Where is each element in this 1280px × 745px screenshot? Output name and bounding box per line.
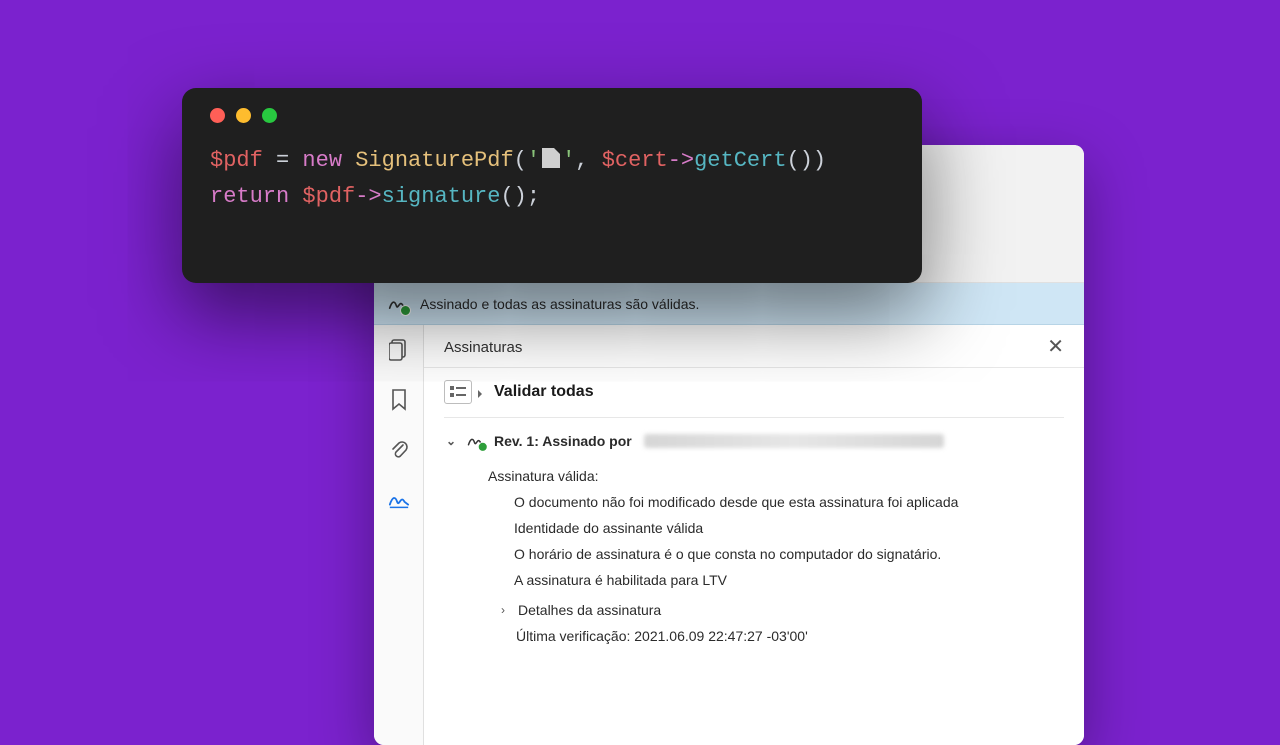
code-token: $pdf <box>210 148 263 173</box>
pdf-body: Assinaturas ✕ Validar todas ⌄ Rev. 1: As… <box>374 325 1084 745</box>
code-token: $cert <box>602 148 668 173</box>
code-editor-window: $pdf = new SignaturePdf('', $cert->getCe… <box>182 88 922 283</box>
code-token: new <box>302 148 342 173</box>
signature-status-bar: Assinado e todas as assinaturas são váli… <box>374 283 1084 325</box>
code-token: getCert <box>694 148 786 173</box>
code-token: (); <box>500 184 540 209</box>
validate-all-button[interactable]: Validar todas <box>494 383 594 401</box>
panel-title: Assinaturas <box>444 339 522 356</box>
code-token: = <box>263 148 303 173</box>
detail-line: O horário de assinatura é o que consta n… <box>514 546 1064 562</box>
code-token: ' <box>527 148 540 173</box>
detail-line: Identidade do assinante válida <box>514 520 1064 536</box>
options-dropdown[interactable] <box>444 380 472 404</box>
pdf-sidebar <box>374 325 424 745</box>
code-token: return <box>210 184 289 209</box>
attachment-icon[interactable] <box>388 439 410 461</box>
detail-line: A assinatura é habilitada para LTV <box>514 572 1064 588</box>
signature-valid-icon <box>388 295 408 313</box>
thumbnails-icon[interactable] <box>388 339 410 361</box>
close-window-icon[interactable] <box>210 108 225 123</box>
code-line-1: $pdf = new SignaturePdf('', $cert->getCe… <box>210 143 894 179</box>
code-token: -> <box>355 184 381 209</box>
signature-details-label: Detalhes da assinatura <box>518 602 661 618</box>
minimize-window-icon[interactable] <box>236 108 251 123</box>
signature-entry[interactable]: ⌄ Rev. 1: Assinado por <box>444 432 1064 450</box>
document-icon <box>542 148 560 168</box>
signature-valid-icon <box>467 433 485 449</box>
detail-line: O documento não foi modificado desde que… <box>514 494 1064 510</box>
revision-label: Rev. 1: Assinado por <box>494 433 632 449</box>
panel-header: Assinaturas ✕ <box>424 325 1084 368</box>
signature-detail-list: O documento não foi modificado desde que… <box>514 494 1064 588</box>
maximize-window-icon[interactable] <box>262 108 277 123</box>
code-token: ' <box>562 148 575 173</box>
last-verification: Última verificação: 2021.06.09 22:47:27 … <box>516 628 1064 644</box>
code-token <box>342 148 355 173</box>
signature-tree: ⌄ Rev. 1: Assinado por Assinatura válida… <box>424 418 1084 664</box>
code-token: SignaturePdf <box>355 148 513 173</box>
chevron-right-icon: › <box>496 603 510 617</box>
code-token: , <box>575 148 601 173</box>
signatures-panel-icon[interactable] <box>388 489 410 511</box>
close-icon[interactable]: ✕ <box>1047 337 1064 357</box>
code-token: ()) <box>787 148 827 173</box>
chevron-down-icon[interactable]: ⌄ <box>444 434 458 448</box>
signature-details-toggle[interactable]: › Detalhes da assinatura <box>496 602 1064 618</box>
code-token <box>289 184 302 209</box>
signature-valid-label: Assinatura válida: <box>488 468 1064 484</box>
bookmark-icon[interactable] <box>388 389 410 411</box>
panel-toolbar: Validar todas <box>424 368 1084 417</box>
signatures-panel: Assinaturas ✕ Validar todas ⌄ Rev. 1: As… <box>424 325 1084 745</box>
window-controls <box>210 108 894 123</box>
code-token: $pdf <box>302 184 355 209</box>
code-token: ( <box>514 148 527 173</box>
signer-name-redacted <box>644 434 944 448</box>
code-line-2: return $pdf->signature(); <box>210 179 894 215</box>
signature-status-text: Assinado e todas as assinaturas são váli… <box>420 296 699 312</box>
code-token: signature <box>382 184 501 209</box>
code-token: -> <box>668 148 694 173</box>
